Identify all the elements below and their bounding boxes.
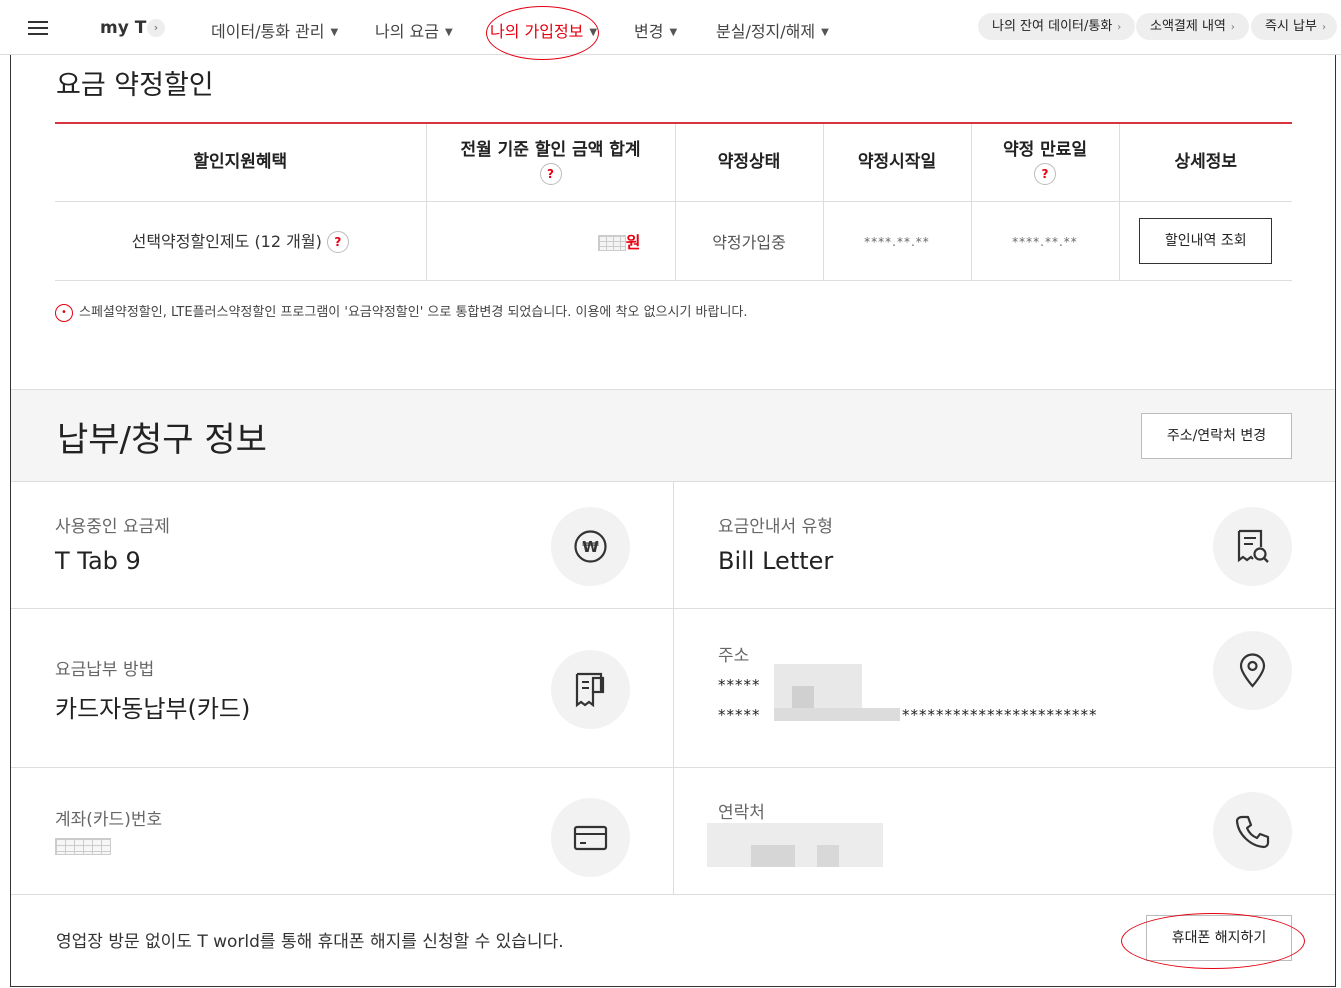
contact-cell: 연락처 [674,768,1335,895]
bill-type-value: Bill Letter [718,547,834,575]
table-row: 선택약정할인제도 (12 개월) ? 원 약정가입중 ****.**.** **… [55,201,1292,281]
chevron-down-icon: ▼ [669,27,678,38]
cell-amount: 원 [425,201,675,281]
discount-section-title: 요금 약정할인 [56,70,214,101]
address-blur-mask [792,686,814,708]
help-icon[interactable]: ? [326,231,349,254]
header-discount-total: 전월 기준 할인 금액 합계? [425,124,675,202]
brand-logo[interactable]: my T [100,18,146,38]
receipt-icon [551,650,630,729]
account-cell: 계좌(카드)번호 [11,768,673,895]
chevron-right-icon[interactable]: › [147,19,165,37]
contact-blur-mask [817,845,839,867]
header-benefit: 할인지원혜택 [55,124,426,202]
address-line-2: ***** [718,706,761,724]
chevron-down-icon: ▼ [589,27,598,38]
change-address-button[interactable]: 주소/연락처 변경 [1141,413,1292,459]
chevron-down-icon: ▼ [330,27,339,38]
discount-notice: • 스페셜약정할인, LTE플러스약정할인 프로그램이 '요금약정할인' 으로 통… [55,301,748,322]
plan-value: T Tab 9 [55,547,141,575]
info-icon: • [55,303,73,322]
payment-section-title: 납부/청구 정보 [57,420,267,460]
pill-instant-pay[interactable]: 즉시 납부 › [1251,13,1337,40]
address-blur-mask [774,664,862,708]
discount-table: 할인지원혜택 전월 기준 할인 금액 합계? 약정상태 약정시작일 약정 만료일… [55,124,1292,281]
pill-remaining-data[interactable]: 나의 잔여 데이터/통화 › [978,13,1136,40]
phone-icon [1213,792,1292,871]
masked-amount-icon [597,235,626,251]
bill-type-label: 요금안내서 유형 [718,517,833,537]
top-navigation: my T › 데이터/통화 관리 ▼ 나의 요금 ▼ 나의 가입정보 ▼ 변경 ▼ 분실… [0,0,1341,55]
column-divider [673,482,674,895]
payment-method-label: 요금납부 방법 [55,660,155,680]
chevron-down-icon: ▼ [821,27,829,38]
cell-status: 약정가입중 [674,201,823,281]
cancel-notice-text: 영업장 방문 없이도 T world를 통해 휴대폰 해지를 신청할 수 있습니… [56,932,564,952]
address-blur-mask [774,708,900,721]
discount-history-button[interactable]: 할인내역 조회 [1139,217,1273,264]
address-label: 주소 [718,646,750,666]
cell-end-date: ****.**.** [970,201,1119,281]
payment-section-header: 납부/청구 정보 주소/연락처 변경 [11,389,1335,482]
contact-blur-mask [707,823,883,867]
header-detail: 상세정보 [1118,124,1292,202]
chevron-down-icon: ▼ [444,27,453,38]
cancel-phone-button[interactable]: 휴대폰 해지하기 [1146,915,1292,961]
nav-item-change[interactable]: 변경 ▼ [634,18,677,42]
pill-micropayment[interactable]: 소액결제 내역 › [1136,13,1249,40]
won-coin-icon: ₩ [551,507,630,586]
nav-item-loss-suspend[interactable]: 분실/정지/해제 ▼ [716,18,829,42]
cell-start-date: ****.**.** [822,201,971,281]
plan-info-cell: 사용중인 요금제 T Tab 9 ₩ [11,482,673,609]
help-icon[interactable]: ? [1034,163,1056,186]
payment-method-cell: 요금납부 방법 카드자동납부(카드) [11,609,673,768]
plan-label: 사용중인 요금제 [55,517,170,537]
header-status: 약정상태 [674,124,823,202]
table-header-row: 할인지원혜택 전월 기준 할인 금액 합계? 약정상태 약정시작일 약정 만료일… [55,124,1292,202]
card-icon [551,798,630,877]
svg-text:₩: ₩ [582,538,599,556]
address-line-2-tail: *********************** [902,706,1098,724]
address-line-1: ***** [718,676,761,694]
contact-blur-mask [751,845,795,867]
header-end-date: 약정 만료일? [970,124,1119,202]
address-cell: 주소 ***** ***** *********************** [674,609,1335,768]
help-icon[interactable]: ? [539,163,562,186]
bill-search-icon [1213,507,1292,586]
hamburger-menu-icon[interactable] [28,21,48,35]
contact-label: 연락처 [718,803,765,823]
account-label: 계좌(카드)번호 [55,810,163,830]
cell-plan: 선택약정할인제도 (12 개월) ? [55,201,426,281]
masked-account-number [55,838,111,855]
header-start-date: 약정시작일 [822,124,971,202]
payment-method-value: 카드자동납부(카드) [55,695,251,723]
nav-item-my-fee[interactable]: 나의 요금 ▼ [375,18,453,42]
cell-detail: 할인내역 조회 [1118,201,1292,281]
nav-item-data-call[interactable]: 데이터/통화 관리 ▼ [211,18,338,42]
nav-item-subscription-info[interactable]: 나의 가입정보 ▼ [490,18,597,42]
bill-type-cell: 요금안내서 유형 Bill Letter [674,482,1335,609]
location-pin-icon [1213,631,1292,710]
